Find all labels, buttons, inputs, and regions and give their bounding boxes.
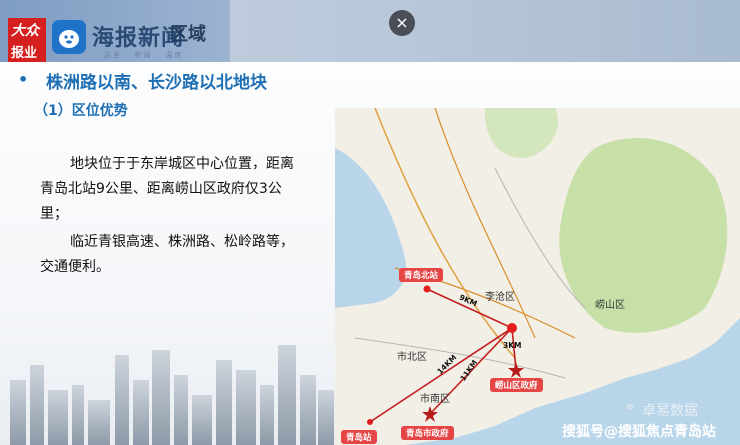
- logo-name: 海报新闻: [92, 26, 185, 51]
- area-licang: 李沧区: [485, 292, 515, 303]
- tag-laoshan-gov: 崂山区政府: [490, 378, 543, 392]
- distance-laoshan-gov: 3KM: [503, 341, 522, 350]
- map-canvas: [335, 108, 740, 445]
- close-button[interactable]: ×: [389, 10, 415, 36]
- north-station-marker-icon: [423, 285, 431, 293]
- slide: 区域 大众 报业 海报新闻 这里 · 新闻 · 温度 × • 株洲路以南、长沙路…: [0, 0, 740, 445]
- city-skyline-image: [10, 345, 334, 445]
- tag-north-station: 青岛北站: [399, 268, 444, 282]
- tag-station: 青岛站: [341, 430, 377, 444]
- area-shinan: 市南区: [420, 394, 450, 405]
- seal-logo-icon: [52, 20, 86, 54]
- dazhong-logo: 大众 报业: [8, 18, 46, 62]
- logo-top-text: 大众: [11, 23, 39, 39]
- logo-bottom-text: 报业: [11, 46, 38, 61]
- tag-city-gov: 青岛市政府: [401, 426, 454, 440]
- paragraph-traffic: 临近青银高速、株洲路、松岭路等，交通便利。: [40, 234, 294, 275]
- location-map: 李沧区 崂山区 市北区 市南区 青岛北站 崂山区政府 青岛市政府 青岛站 9KM…: [335, 108, 740, 445]
- logo-subtitle: 这里 · 新闻 · 温度: [104, 51, 184, 59]
- area-laoshan: 崂山区: [595, 300, 625, 311]
- watermark-icon: ⚭: [624, 400, 636, 416]
- subsection-title: （1）区位优势: [34, 103, 128, 119]
- paragraph-location: 地块位于于东岸城区中心位置，距离青岛北站9公里、距离崂山区政府仅3公里；: [40, 156, 294, 222]
- site-marker-icon: [507, 323, 517, 333]
- watermark-zhuoyi: 卓易数据: [642, 403, 698, 419]
- bullet-icon: •: [18, 70, 29, 89]
- station-marker-icon: [367, 419, 373, 425]
- watermark-sohu: 搜狐号@搜狐焦点青岛站: [562, 424, 716, 440]
- section-title: 株洲路以南、长沙路以北地块: [46, 73, 267, 93]
- area-shibei: 市北区: [397, 352, 427, 363]
